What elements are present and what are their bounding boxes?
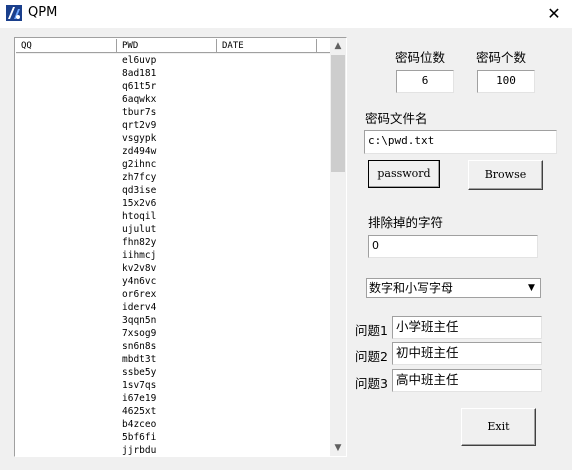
pwd-cell: g2ihnc (122, 159, 157, 170)
scroll-down-icon[interactable]: ▼ (330, 440, 346, 456)
table-row[interactable]: y4n6vc (16, 275, 331, 288)
table-row[interactable]: qd3ise (16, 184, 331, 197)
table-row[interactable]: 8ad181 (16, 67, 331, 80)
table-row[interactable]: 4625xt (16, 405, 331, 418)
pwd-cell: jjrbdu (122, 445, 157, 456)
pwd-cell: qd3ise (122, 185, 157, 196)
table-row[interactable]: vsgypk (16, 132, 331, 145)
pwd-length-label: 密码位数 (395, 50, 446, 65)
exit-button[interactable]: Exit (461, 408, 536, 446)
pwd-cell: or6rex (122, 289, 157, 300)
list-rows: el6uvp 8ad181 q61t5r 6aqwkx tbur7s qrt2v9 vsgy… (16, 54, 331, 456)
pwd-cell: fhn82y (122, 237, 157, 248)
pwd-cell: q61t5r (122, 81, 157, 92)
pwd-cell: zh7fcy (122, 172, 157, 183)
pwd-cell: i67e19 (122, 393, 157, 404)
table-row[interactable]: i67e19 (16, 392, 331, 405)
pwd-cell: mbdt3t (122, 354, 157, 365)
charset-select[interactable]: 数字和小写字母 ▼ (366, 278, 541, 298)
pwd-cell: ssbe5y (122, 367, 157, 378)
table-row[interactable]: el6uvp (16, 54, 331, 67)
column-header-date[interactable]: DATE (217, 39, 317, 53)
window-title: QPM (28, 5, 58, 20)
table-row[interactable]: 6aqwkx (16, 93, 331, 106)
pwd-cell: iderv4 (122, 302, 157, 313)
column-header-qq[interactable]: QQ (16, 39, 117, 53)
pwd-count-label: 密码个数 (476, 50, 527, 65)
table-row[interactable]: ujulut (16, 223, 331, 236)
table-row[interactable]: g2ihnc (16, 158, 331, 171)
question1-label: 问题1 (355, 323, 388, 338)
column-header-filler (317, 39, 331, 53)
password-button[interactable]: password (368, 160, 440, 188)
close-icon[interactable]: ✕ (536, 0, 572, 28)
pwd-cell: b4zceo (122, 419, 157, 430)
column-header-pwd[interactable]: PWD (117, 39, 217, 53)
table-row[interactable]: 15x2v6 (16, 197, 331, 210)
table-row[interactable]: b4zceo (16, 418, 331, 431)
table-row[interactable]: or6rex (16, 288, 331, 301)
pwd-cell: 5bf6fi (122, 432, 157, 443)
table-row[interactable]: fhn82y (16, 236, 331, 249)
browse-button[interactable]: Browse (468, 160, 543, 190)
pwd-cell: 1sv7qs (122, 380, 157, 391)
pwd-cell: iihmcj (122, 250, 157, 261)
pwd-cell: 15x2v6 (122, 198, 157, 209)
question2-field[interactable]: 初中班主任 (392, 342, 542, 365)
app-icon (6, 5, 22, 21)
pwd-cell: ujulut (122, 224, 157, 235)
table-row[interactable]: mbdt3t (16, 353, 331, 366)
title-bar: QPM ✕ (0, 0, 572, 28)
exclude-field[interactable]: 0 (368, 235, 538, 258)
password-list[interactable]: QQ PWD DATE el6uvp 8ad181 q61t5r 6aqwkx tbur… (14, 37, 347, 457)
table-row[interactable]: zd494w (16, 145, 331, 158)
pwd-cell: sn6n8s (122, 341, 157, 352)
exclude-label: 排除掉的字符 (368, 215, 444, 230)
file-name-field[interactable]: c:\pwd.txt (364, 130, 557, 154)
pwd-cell: kv2v8v (122, 263, 157, 274)
table-row[interactable]: jjrbdu (16, 444, 331, 456)
chevron-down-icon[interactable]: ▼ (524, 280, 539, 296)
table-row[interactable]: 7xsog9 (16, 327, 331, 340)
pwd-cell: tbur7s (122, 107, 157, 118)
pwd-cell: qrt2v9 (122, 120, 157, 131)
question2-label: 问题2 (355, 349, 388, 364)
list-header: QQ PWD DATE (16, 39, 331, 54)
question1-field[interactable]: 小学班主任 (392, 316, 542, 339)
pwd-cell: 4625xt (122, 406, 157, 417)
question3-label: 问题3 (355, 376, 388, 391)
list-scrollbar[interactable]: ▲ ▼ (330, 38, 346, 456)
pwd-cell: 3qqn5n (122, 315, 157, 326)
table-row[interactable]: 3qqn5n (16, 314, 331, 327)
table-row[interactable]: sn6n8s (16, 340, 331, 353)
table-row[interactable]: tbur7s (16, 106, 331, 119)
charset-selected: 数字和小写字母 (369, 281, 454, 295)
pwd-cell: 8ad181 (122, 68, 157, 79)
pwd-cell: 7xsog9 (122, 328, 157, 339)
table-row[interactable]: 5bf6fi (16, 431, 331, 444)
question3-field[interactable]: 高中班主任 (392, 369, 542, 392)
pwd-cell: 6aqwkx (122, 94, 157, 105)
pwd-cell: y4n6vc (122, 276, 157, 287)
scroll-thumb[interactable] (331, 55, 345, 172)
table-row[interactable]: q61t5r (16, 80, 331, 93)
table-row[interactable]: iderv4 (16, 301, 331, 314)
scroll-up-icon[interactable]: ▲ (330, 38, 346, 54)
table-row[interactable]: qrt2v9 (16, 119, 331, 132)
pwd-cell: el6uvp (122, 55, 157, 66)
table-row[interactable]: ssbe5y (16, 366, 331, 379)
pwd-cell: htoqil (122, 211, 157, 222)
table-row[interactable]: htoqil (16, 210, 331, 223)
pwd-length-field[interactable]: 6 (396, 70, 454, 93)
table-row[interactable]: iihmcj (16, 249, 331, 262)
pwd-count-field[interactable]: 100 (477, 70, 535, 93)
table-row[interactable]: zh7fcy (16, 171, 331, 184)
pwd-cell: zd494w (122, 146, 157, 157)
table-row[interactable]: 1sv7qs (16, 379, 331, 392)
table-row[interactable]: kv2v8v (16, 262, 331, 275)
pwd-cell: vsgypk (122, 133, 157, 144)
file-label: 密码文件名 (365, 111, 428, 126)
